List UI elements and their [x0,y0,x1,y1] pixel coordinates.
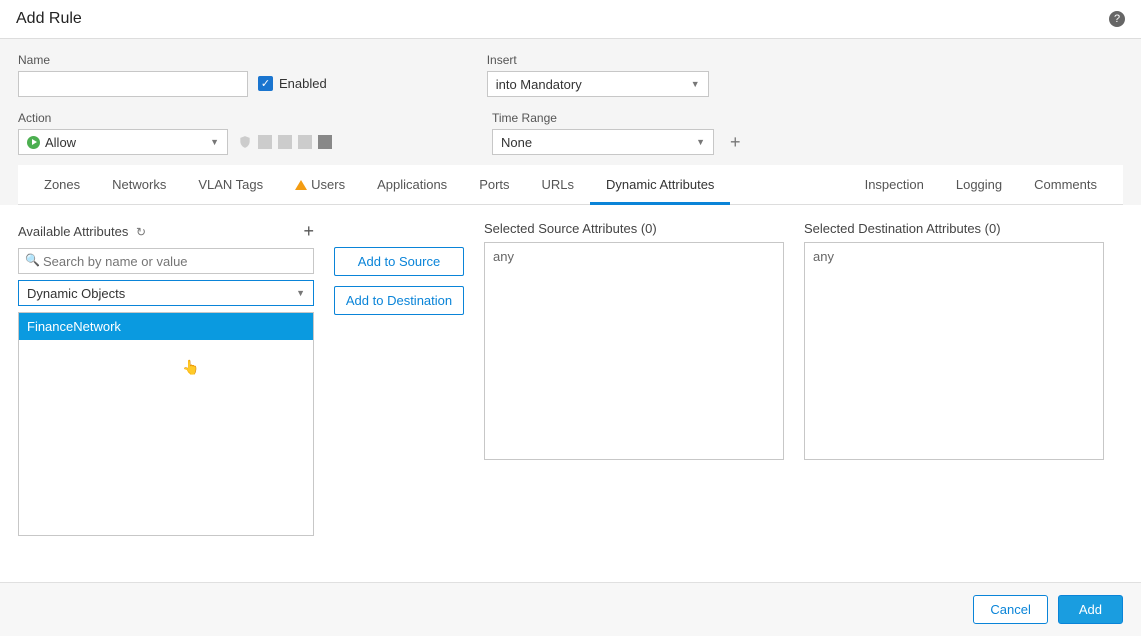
action-extra-icons [238,135,332,149]
dialog-title: Add Rule [16,10,82,28]
chevron-down-icon: ▼ [296,288,305,298]
add-attribute-button[interactable]: + [303,221,314,242]
refresh-icon[interactable]: ↻ [136,225,146,239]
selected-dest-title: Selected Destination Attributes (0) [804,221,1001,236]
selected-source-title: Selected Source Attributes (0) [484,221,657,236]
tab-inspection[interactable]: Inspection [849,165,940,204]
insert-select[interactable]: into Mandatory ▼ [487,71,709,97]
insert-label: Insert [487,53,709,67]
chevron-down-icon: ▼ [691,79,700,89]
chevron-down-icon: ▼ [696,137,705,147]
available-title: Available Attributes [18,224,128,239]
available-listbox[interactable]: FinanceNetwork [18,312,314,536]
attribute-type-select[interactable]: Dynamic Objects ▼ [18,280,314,306]
attribute-type-value: Dynamic Objects [27,286,125,301]
selected-source-value: any [493,249,514,264]
timerange-select[interactable]: None ▼ [492,129,714,155]
policy-icon-1 [258,135,272,149]
add-to-source-button[interactable]: Add to Source [334,247,464,276]
tab-users[interactable]: Users [279,165,361,204]
cancel-button[interactable]: Cancel [973,595,1047,624]
action-label: Action [18,111,228,125]
allow-icon [27,136,40,149]
add-timerange-button[interactable]: + [730,132,741,153]
tab-networks[interactable]: Networks [96,165,182,204]
timerange-label: Time Range [492,111,714,125]
help-icon[interactable]: ? [1109,11,1125,27]
enabled-checkbox[interactable]: ✓ [258,76,273,91]
search-icon: 🔍 [25,253,40,267]
insert-value: into Mandatory [496,77,582,92]
selected-dest-value: any [813,249,834,264]
add-button[interactable]: Add [1058,595,1123,624]
enabled-label: Enabled [279,76,327,91]
policy-icon-2 [278,135,292,149]
tab-zones[interactable]: Zones [28,165,96,204]
tab-ports[interactable]: Ports [463,165,525,204]
selected-dest-box[interactable]: any [804,242,1104,460]
policy-icon-3 [298,135,312,149]
policy-icon-4 [318,135,332,149]
shield-icon [238,135,252,149]
tab-comments[interactable]: Comments [1018,165,1113,204]
action-select[interactable]: Allow ▼ [18,129,228,155]
chevron-down-icon: ▼ [210,137,219,147]
tab-vlan[interactable]: VLAN Tags [182,165,279,204]
list-item[interactable]: FinanceNetwork [19,313,313,340]
timerange-value: None [501,135,532,150]
tab-applications[interactable]: Applications [361,165,463,204]
tab-urls[interactable]: URLs [526,165,591,204]
search-input[interactable] [18,248,314,274]
tab-logging[interactable]: Logging [940,165,1018,204]
name-input[interactable] [18,71,248,97]
add-to-destination-button[interactable]: Add to Destination [334,286,464,315]
action-value: Allow [45,135,76,150]
name-label: Name [18,53,248,67]
selected-source-box[interactable]: any [484,242,784,460]
warning-icon [295,180,307,190]
tab-dynamic-attributes[interactable]: Dynamic Attributes [590,165,730,205]
